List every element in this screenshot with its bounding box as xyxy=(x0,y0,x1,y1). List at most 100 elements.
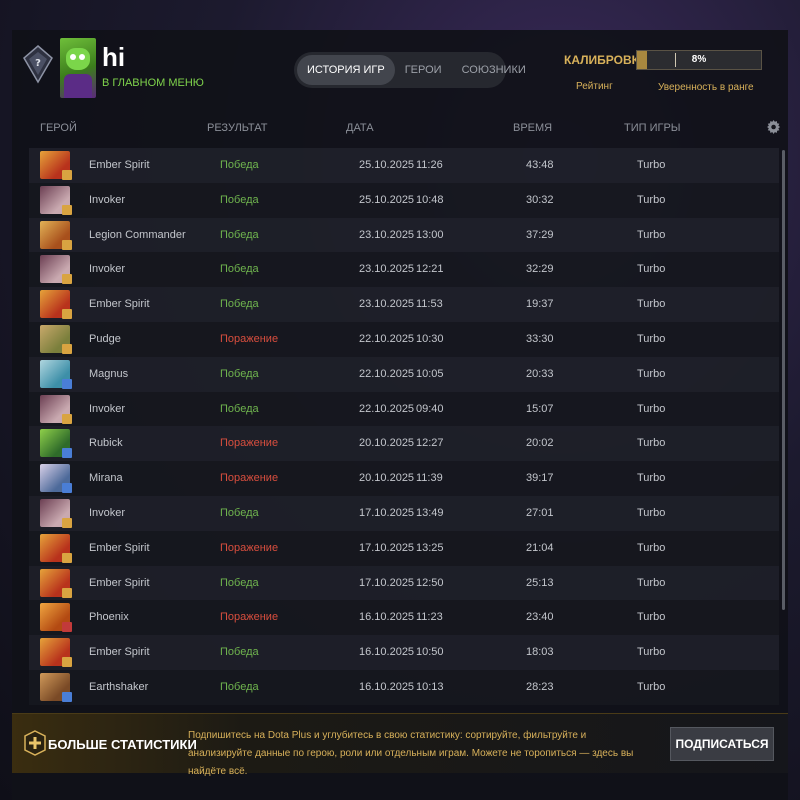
match-time: 10:30 xyxy=(416,332,444,345)
match-row[interactable]: Ember Spirit Победа 25.10.2025 11:26 43:48 Tu… xyxy=(29,148,779,183)
match-game-mode: Turbo xyxy=(637,298,666,311)
tab-heroes[interactable]: ГЕРОИ xyxy=(395,55,452,85)
hero-name: Ember Spirit xyxy=(89,646,150,659)
hero-name: Magnus xyxy=(89,367,129,380)
match-result: Победа xyxy=(220,402,259,415)
match-duration: 27:01 xyxy=(526,506,554,519)
match-date: 23.10.2025 xyxy=(359,298,415,311)
match-row[interactable]: Invoker Победа 22.10.2025 09:40 15:07 Turbo xyxy=(29,391,779,427)
match-game-mode: Turbo xyxy=(637,193,666,206)
match-row[interactable]: Rubick Поражение 20.10.2025 12:27 20:02 Turbo xyxy=(29,426,779,462)
match-row[interactable]: Mirana Поражение 20.10.2025 11:39 39:17 Turbo xyxy=(29,461,779,496)
player-name: hi xyxy=(102,42,126,72)
hero-portrait-icon xyxy=(40,672,72,702)
match-date: 17.10.2025 xyxy=(359,506,415,519)
match-result: Поражение xyxy=(220,332,279,345)
match-row[interactable]: Pudge Поражение 22.10.2025 10:30 33:30 Turbo xyxy=(29,321,779,357)
match-row[interactable]: Invoker Победа 25.10.2025 10:48 30:32 Turbo xyxy=(29,182,779,218)
match-game-mode: Turbo xyxy=(637,506,666,519)
match-game-mode: Turbo xyxy=(637,228,666,241)
match-result: Победа xyxy=(220,159,259,171)
player-avatar[interactable] xyxy=(60,38,96,98)
match-result: Поражение xyxy=(220,437,279,450)
hero-name: Earthshaker xyxy=(89,680,149,693)
match-date: 17.10.2025 xyxy=(359,541,415,554)
match-row[interactable]: Ember Spirit Поражение 17.10.2025 13:25 21:0… xyxy=(29,530,779,566)
match-result: Победа xyxy=(220,680,259,693)
match-time: 13:49 xyxy=(416,506,444,519)
column-game-mode[interactable]: ТИП ИГРЫ xyxy=(624,122,681,134)
match-time: 10:13 xyxy=(416,680,444,693)
hero-portrait-icon xyxy=(40,464,72,494)
hero-role-icon xyxy=(62,517,72,528)
match-duration: 32:29 xyxy=(526,263,554,276)
table-header: ГЕРОЙ РЕЗУЛЬТАТ ДАТА ВРЕМЯ ТИП ИГРЫ xyxy=(12,118,788,142)
hero-portrait-icon xyxy=(40,429,72,459)
banner-description: Подпишитесь на Dota Plus и углубитесь в … xyxy=(188,730,634,777)
match-game-mode: Turbo xyxy=(637,437,666,450)
subscribe-button[interactable]: ПОДПИСАТЬСЯ xyxy=(670,727,774,761)
match-row[interactable]: Ember Spirit Победа 17.10.2025 12:50 25:13 Tu… xyxy=(29,565,779,601)
match-duration: 25:13 xyxy=(526,576,554,589)
match-row[interactable]: Earthshaker Победа 16.10.2025 10:13 28:23 Tur… xyxy=(29,669,779,705)
player-status: В ГЛАВНОМ МЕНЮ xyxy=(102,77,204,89)
hero-role-icon xyxy=(62,274,72,285)
match-duration: 20:02 xyxy=(526,437,554,450)
settings-gear-icon[interactable] xyxy=(767,120,781,134)
match-game-mode: Turbo xyxy=(637,367,666,380)
match-row[interactable]: Legion Commander Победа 23.10.2025 13:00 37:… xyxy=(29,217,779,253)
match-time: 11:26 xyxy=(416,159,443,171)
match-game-mode: Turbo xyxy=(637,263,666,276)
hero-role-icon xyxy=(62,204,72,215)
hero-portrait-icon xyxy=(40,359,72,389)
match-game-mode: Turbo xyxy=(637,680,666,693)
match-row[interactable]: Ember Spirit Победа 16.10.2025 10:50 18:03 Tu… xyxy=(29,635,779,670)
match-time: 10:48 xyxy=(416,193,444,206)
hero-name: Rubick xyxy=(89,437,123,450)
match-duration: 15:07 xyxy=(526,402,554,415)
match-date: 16.10.2025 xyxy=(359,680,415,693)
scrollbar-thumb[interactable] xyxy=(782,150,785,610)
hero-portrait-icon xyxy=(40,533,72,563)
column-result[interactable]: РЕЗУЛЬТАТ xyxy=(207,122,267,134)
match-row[interactable]: Magnus Победа 22.10.2025 10:05 20:33 Turbo xyxy=(29,356,779,392)
match-game-mode: Turbo xyxy=(637,332,666,345)
profile-header: ? hi В ГЛАВНОМ МЕНЮ ИСТОРИЯ ИГР ГЕРОИ СО… xyxy=(12,30,788,110)
match-result: Победа xyxy=(220,298,259,311)
match-result: Поражение xyxy=(220,541,279,554)
hero-role-icon xyxy=(62,413,72,424)
match-row[interactable]: Phoenix Поражение 16.10.2025 11:23 23:40 Turb… xyxy=(29,600,779,636)
match-duration: 18:03 xyxy=(526,646,554,659)
match-row[interactable]: Ember Spirit Победа 23.10.2025 11:53 19:37 Tu… xyxy=(29,287,779,322)
match-time: 13:00 xyxy=(416,228,444,241)
match-duration: 30:32 xyxy=(526,193,554,206)
match-row[interactable]: Invoker Победа 17.10.2025 13:49 27:01 Turbo xyxy=(29,495,779,531)
calibration-progress-bar: 8% xyxy=(636,50,762,70)
hero-name: Ember Spirit xyxy=(89,298,150,311)
tab-match-history[interactable]: ИСТОРИЯ ИГР xyxy=(297,55,395,85)
match-result: Победа xyxy=(220,646,259,659)
hero-name: Ember Spirit xyxy=(89,576,150,589)
column-date[interactable]: ДАТА xyxy=(346,122,374,134)
column-duration[interactable]: ВРЕМЯ xyxy=(513,122,552,134)
match-time: 12:50 xyxy=(416,576,444,589)
match-result: Победа xyxy=(220,367,259,380)
match-row[interactable]: Invoker Победа 23.10.2025 12:21 32:29 Turbo xyxy=(29,252,779,288)
calibration-percent: 8% xyxy=(691,54,707,65)
match-game-mode: Turbo xyxy=(637,576,666,589)
match-list: Ember Spirit Победа 25.10.2025 11:26 43:48 Tu… xyxy=(29,148,779,705)
hero-portrait-icon xyxy=(40,324,72,354)
match-duration: 20:33 xyxy=(526,367,554,380)
column-hero[interactable]: ГЕРОЙ xyxy=(40,122,77,134)
match-time: 10:05 xyxy=(416,367,444,380)
match-duration: 43:48 xyxy=(526,159,554,171)
match-history-panel: ? hi В ГЛАВНОМ МЕНЮ ИСТОРИЯ ИГР ГЕРОИ СО… xyxy=(12,30,788,800)
match-date: 22.10.2025 xyxy=(359,402,415,415)
tab-allies[interactable]: СОЮЗНИКИ xyxy=(452,55,536,85)
rank-badge-icon[interactable]: ? xyxy=(22,44,54,84)
match-time: 12:27 xyxy=(416,437,444,450)
match-game-mode: Turbo xyxy=(637,472,666,485)
match-time: 13:25 xyxy=(416,541,444,554)
match-result: Победа xyxy=(220,263,259,276)
match-time: 11:23 xyxy=(416,611,443,624)
